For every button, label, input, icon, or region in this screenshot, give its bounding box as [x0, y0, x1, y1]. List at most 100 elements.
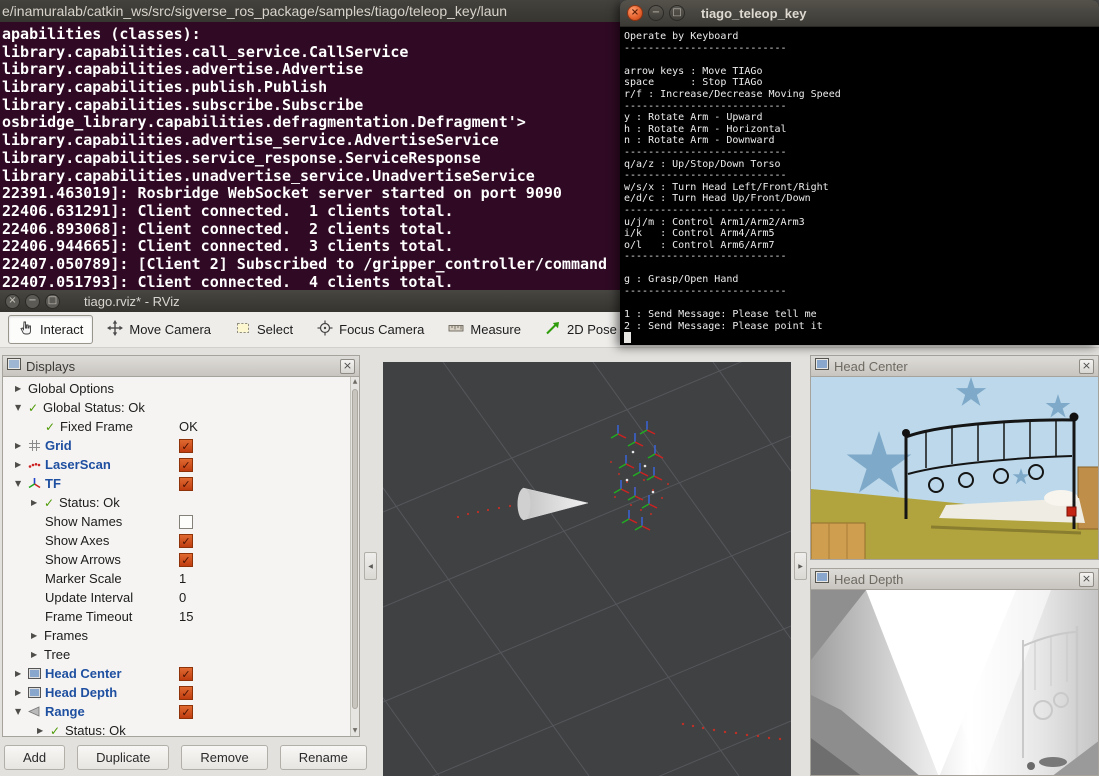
tree-row-range-status[interactable]: ▶ ✓ Status: Ok — [3, 721, 350, 736]
tree-row-head-depth[interactable]: ▶ Head Depth ✓ — [3, 683, 350, 702]
terminal-line: --------------------------- — [624, 251, 1099, 263]
tree-row-show-arrows[interactable]: Show Arrows ✓ — [3, 550, 350, 569]
enabled-checkbox[interactable]: ✓ — [179, 458, 193, 472]
scroll-down-icon[interactable]: ▼ — [351, 726, 359, 736]
tree-row-tree[interactable]: ▶ Tree — [3, 645, 350, 664]
tf-grid-visualization — [383, 362, 791, 776]
rviz-window: × − □ tiago.rviz* - RViz Interact Move C… — [0, 290, 1099, 776]
scrollbar-thumb[interactable] — [352, 389, 358, 709]
enabled-checkbox[interactable]: ✓ — [179, 439, 193, 453]
expand-arrow-icon[interactable]: ▼ — [15, 707, 28, 716]
tree-row-grid[interactable]: ▶ Grid ✓ — [3, 436, 350, 455]
terminal-line: library.capabilities.service_response.Se… — [2, 149, 620, 167]
expand-arrow-icon[interactable]: ▶ — [37, 726, 50, 735]
displays-tree: ▶ Global Options ▼ ✓ Global Status: Ok ✓… — [3, 377, 350, 736]
image-panel-icon — [815, 570, 829, 588]
tree-row-show-axes[interactable]: Show Axes ✓ — [3, 531, 350, 550]
terminal1-titlebar[interactable]: e/inamuralab/catkin_ws/src/sigverse_ros_… — [0, 0, 620, 22]
property-value[interactable]: 0 — [179, 590, 186, 605]
window-close-icon[interactable]: × — [5, 294, 20, 309]
tree-row-frame-timeout[interactable]: Frame Timeout 15 — [3, 607, 350, 626]
rename-button[interactable]: Rename — [280, 745, 367, 770]
head-center-header[interactable]: Head Center × — [811, 356, 1098, 377]
interact-tool-button[interactable]: Interact — [8, 315, 93, 344]
terminal-line: apabilities (classes): — [2, 25, 620, 43]
window-minimize-icon[interactable]: − — [648, 5, 664, 21]
terminal-line: u/j/m : Control Arm1/Arm2/Arm3 — [624, 217, 1099, 229]
terminal-line — [624, 263, 1099, 275]
tree-row-show-names[interactable]: Show Names — [3, 512, 350, 531]
expand-arrow-icon[interactable]: ▶ — [15, 384, 28, 393]
measure-tool-button[interactable]: Measure — [438, 315, 531, 344]
image-display-icon — [28, 668, 45, 679]
terminal-line: h : Rotate Arm - Horizontal — [624, 124, 1099, 136]
tree-row-update-interval[interactable]: Update Interval 0 — [3, 588, 350, 607]
tree-item-label: Range — [45, 704, 85, 719]
tree-row-marker-scale[interactable]: Marker Scale 1 — [3, 569, 350, 588]
enabled-checkbox[interactable]: ✓ — [179, 686, 193, 700]
tree-row-frames[interactable]: ▶ Frames — [3, 626, 350, 645]
tf-frames — [611, 421, 663, 530]
scroll-up-icon[interactable]: ▲ — [351, 377, 359, 387]
head-center-close-icon[interactable]: × — [1079, 359, 1094, 374]
terminal-line — [624, 54, 1099, 66]
enabled-checkbox[interactable]: ✓ — [179, 705, 193, 719]
enabled-checkbox[interactable]: ✓ — [179, 477, 193, 491]
3d-viewport[interactable] — [383, 362, 791, 776]
enabled-checkbox[interactable]: ✓ — [179, 667, 193, 681]
image-display-icon — [28, 687, 45, 698]
tool-label: Measure — [470, 322, 521, 337]
terminal-line: --------------------------- — [624, 147, 1099, 159]
tree-row-laserscan[interactable]: ▶ LaserScan ✓ — [3, 455, 350, 474]
enabled-checkbox[interactable]: ✓ — [179, 534, 193, 548]
displays-panel-header[interactable]: Displays × — [3, 356, 359, 377]
expand-arrow-icon[interactable]: ▶ — [15, 669, 28, 678]
expand-arrow-icon[interactable]: ▶ — [31, 650, 44, 659]
tree-row-tf[interactable]: ▼ TF ✓ — [3, 474, 350, 493]
terminal-cursor[interactable] — [624, 332, 631, 343]
collapse-right-panel-button[interactable]: ▶ — [794, 552, 807, 580]
terminal-line: library.capabilities.call_service.CallSe… — [2, 43, 620, 61]
ruler-icon — [448, 320, 464, 339]
tree-row-range[interactable]: ▼ Range ✓ — [3, 702, 350, 721]
property-value[interactable]: 1 — [179, 571, 186, 586]
head-depth-close-icon[interactable]: × — [1079, 572, 1094, 587]
window-close-icon[interactable]: × — [627, 5, 643, 21]
select-tool-button[interactable]: Select — [225, 315, 303, 344]
tree-row-global-status[interactable]: ▼ ✓ Global Status: Ok — [3, 398, 350, 417]
window-maximize-icon[interactable]: □ — [669, 5, 685, 21]
terminal-line: n : Rotate Arm - Downward — [624, 135, 1099, 147]
tree-row-tf-status[interactable]: ▶ ✓ Status: Ok — [3, 493, 350, 512]
tree-row-head-center[interactable]: ▶ Head Center ✓ — [3, 664, 350, 683]
focus-camera-tool-button[interactable]: Focus Camera — [307, 315, 434, 344]
unchecked-checkbox[interactable] — [179, 515, 193, 529]
window-maximize-icon[interactable]: □ — [45, 294, 60, 309]
property-value[interactable]: 15 — [179, 609, 193, 624]
move-camera-tool-button[interactable]: Move Camera — [97, 315, 221, 344]
expand-arrow-icon[interactable]: ▶ — [15, 460, 28, 469]
enabled-checkbox[interactable]: ✓ — [179, 553, 193, 567]
head-depth-header[interactable]: Head Depth × — [811, 569, 1098, 590]
displays-close-icon[interactable]: × — [340, 359, 355, 374]
expand-arrow-icon[interactable]: ▶ — [15, 441, 28, 450]
remove-button[interactable]: Remove — [181, 745, 267, 770]
duplicate-button[interactable]: Duplicate — [77, 745, 169, 770]
expand-arrow-icon[interactable]: ▶ — [31, 498, 44, 507]
terminal2-titlebar[interactable]: × − □ tiago_teleop_key — [620, 0, 1099, 27]
expand-arrow-icon[interactable]: ▼ — [15, 403, 28, 412]
expand-arrow-icon[interactable]: ▼ — [15, 479, 28, 488]
tree-item-label: Update Interval — [45, 590, 133, 605]
status-ok-check-icon: ✓ — [45, 420, 60, 434]
tree-item-label: Frame Timeout — [45, 609, 132, 624]
expand-arrow-icon[interactable]: ▶ — [15, 688, 28, 697]
add-button[interactable]: Add — [4, 745, 65, 770]
window-minimize-icon[interactable]: − — [25, 294, 40, 309]
terminal-line: 2 : Send Message: Please point it — [624, 321, 1099, 333]
expand-arrow-icon[interactable]: ▶ — [31, 631, 44, 640]
tree-row-global-options[interactable]: ▶ Global Options — [3, 379, 350, 398]
collapse-left-panel-button[interactable]: ◀ — [364, 552, 377, 580]
displays-scrollbar[interactable]: ▲ ▼ — [350, 377, 359, 736]
tree-row-fixed-frame[interactable]: ✓ Fixed Frame OK — [3, 417, 350, 436]
tf-display-icon — [28, 477, 45, 490]
rviz-window-title: tiago.rviz* - RViz — [84, 294, 180, 309]
